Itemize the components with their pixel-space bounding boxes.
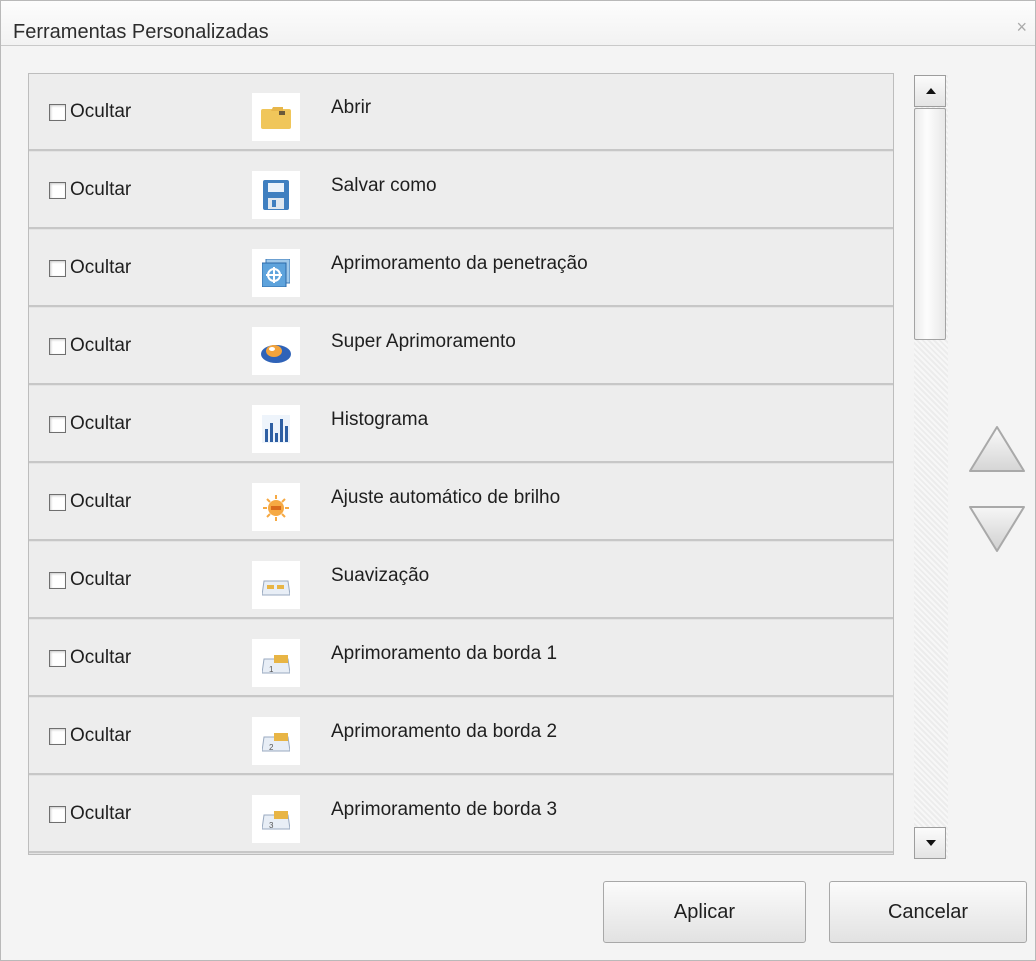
list-item: Ocultar Ajuste automático de brilho	[29, 464, 893, 541]
hide-label: Ocultar	[70, 803, 132, 824]
svg-text:3: 3	[269, 821, 274, 830]
smoothing-icon	[252, 561, 300, 609]
tool-name: Salvar como	[331, 175, 437, 196]
list-item: Ocultar Aprimoramento da penetração	[29, 230, 893, 307]
edge-enhance-2-icon: 2	[252, 717, 300, 765]
hide-label: Ocultar	[70, 725, 132, 746]
tool-name: Aprimoramento da borda 1	[331, 643, 558, 664]
checkbox-box[interactable]	[49, 259, 66, 277]
tool-name: Aprimoramento da borda 2	[331, 721, 558, 742]
edge-enhance-3-icon: 3	[252, 795, 300, 843]
list-item: Ocultar 3 Aprimoramento de borda 3	[29, 776, 893, 853]
svg-text:1: 1	[269, 665, 274, 674]
checkbox-box[interactable]	[49, 571, 66, 589]
list-item: Ocultar Histograma	[29, 386, 893, 463]
auto-brightness-icon	[252, 483, 300, 531]
list-item: Ocultar Abrir	[29, 74, 893, 151]
cancel-button[interactable]: Cancelar	[829, 881, 1027, 943]
hide-label: Ocultar	[70, 257, 132, 278]
apply-button[interactable]: Aplicar	[603, 881, 806, 943]
list-item: Ocultar Suavização	[29, 542, 893, 619]
list-item: Ocultar 2 Aprimoramento da borda 2	[29, 698, 893, 775]
hide-checkbox[interactable]: Ocultar	[49, 179, 131, 201]
list-item: Ocultar Super Aprimoramento	[29, 308, 893, 385]
tool-list: Ocultar Abrir Ocultar Salvar como Oculta…	[28, 73, 894, 855]
list-item: Ocultar 1 Aprimoramento da borda 1	[29, 620, 893, 697]
hide-label: Ocultar	[70, 491, 132, 512]
tool-name: Aprimoramento da penetração	[331, 253, 588, 274]
hide-label: Ocultar	[70, 335, 132, 356]
tool-name: Abrir	[331, 97, 372, 118]
tool-name: Super Aprimoramento	[331, 331, 516, 352]
scroll-up-arrow-icon	[926, 88, 936, 94]
folder-open-icon	[252, 93, 300, 141]
checkbox-box[interactable]	[49, 337, 66, 355]
move-down-triangle-icon[interactable]	[968, 505, 1026, 553]
hide-checkbox[interactable]: Ocultar	[49, 725, 131, 747]
scroll-up-button[interactable]	[914, 75, 946, 107]
hide-checkbox[interactable]: Ocultar	[49, 803, 131, 825]
hide-checkbox[interactable]: Ocultar	[49, 257, 131, 279]
hide-label: Ocultar	[70, 413, 132, 434]
close-icon[interactable]: ×	[1016, 17, 1027, 38]
penetration-enhance-icon	[252, 249, 300, 297]
scroll-down-button[interactable]	[914, 827, 946, 859]
custom-tools-dialog: Ferramentas Personalizadas × Ocultar Abr…	[0, 0, 1036, 961]
edge-enhance-1-icon: 1	[252, 639, 300, 687]
dialog-title: Ferramentas Personalizadas	[13, 21, 269, 43]
hide-checkbox[interactable]: Ocultar	[49, 101, 131, 123]
hide-checkbox[interactable]: Ocultar	[49, 413, 131, 435]
tool-name: Aprimoramento de borda 3	[331, 799, 558, 820]
tool-name: Ajuste automático de brilho	[331, 487, 561, 508]
hide-label: Ocultar	[70, 101, 132, 122]
checkbox-box[interactable]	[49, 493, 66, 511]
checkbox-box[interactable]	[49, 181, 66, 199]
vertical-scrollbar[interactable]	[914, 75, 948, 859]
checkbox-box[interactable]	[49, 415, 66, 433]
tool-name: Suavização	[331, 565, 430, 586]
histogram-icon	[252, 405, 300, 453]
floppy-save-as-icon	[252, 171, 300, 219]
move-up-triangle-icon[interactable]	[968, 425, 1026, 473]
scroll-down-arrow-icon	[926, 840, 936, 846]
checkbox-box[interactable]	[49, 649, 66, 667]
hide-checkbox[interactable]: Ocultar	[49, 647, 131, 669]
hide-checkbox[interactable]: Ocultar	[49, 335, 131, 357]
hide-label: Ocultar	[70, 179, 132, 200]
tool-name: Histograma	[331, 409, 429, 430]
super-enhance-icon	[252, 327, 300, 375]
checkbox-box[interactable]	[49, 727, 66, 745]
hide-label: Ocultar	[70, 569, 132, 590]
svg-text:2: 2	[269, 743, 274, 752]
hide-checkbox[interactable]: Ocultar	[49, 491, 131, 513]
checkbox-box[interactable]	[49, 805, 66, 823]
hide-checkbox[interactable]: Ocultar	[49, 569, 131, 591]
scrollbar-thumb[interactable]	[914, 108, 946, 340]
checkbox-box[interactable]	[49, 103, 66, 121]
hide-label: Ocultar	[70, 647, 132, 668]
title-bar: Ferramentas Personalizadas ×	[1, 1, 1035, 46]
list-item: Ocultar Salvar como	[29, 152, 893, 229]
